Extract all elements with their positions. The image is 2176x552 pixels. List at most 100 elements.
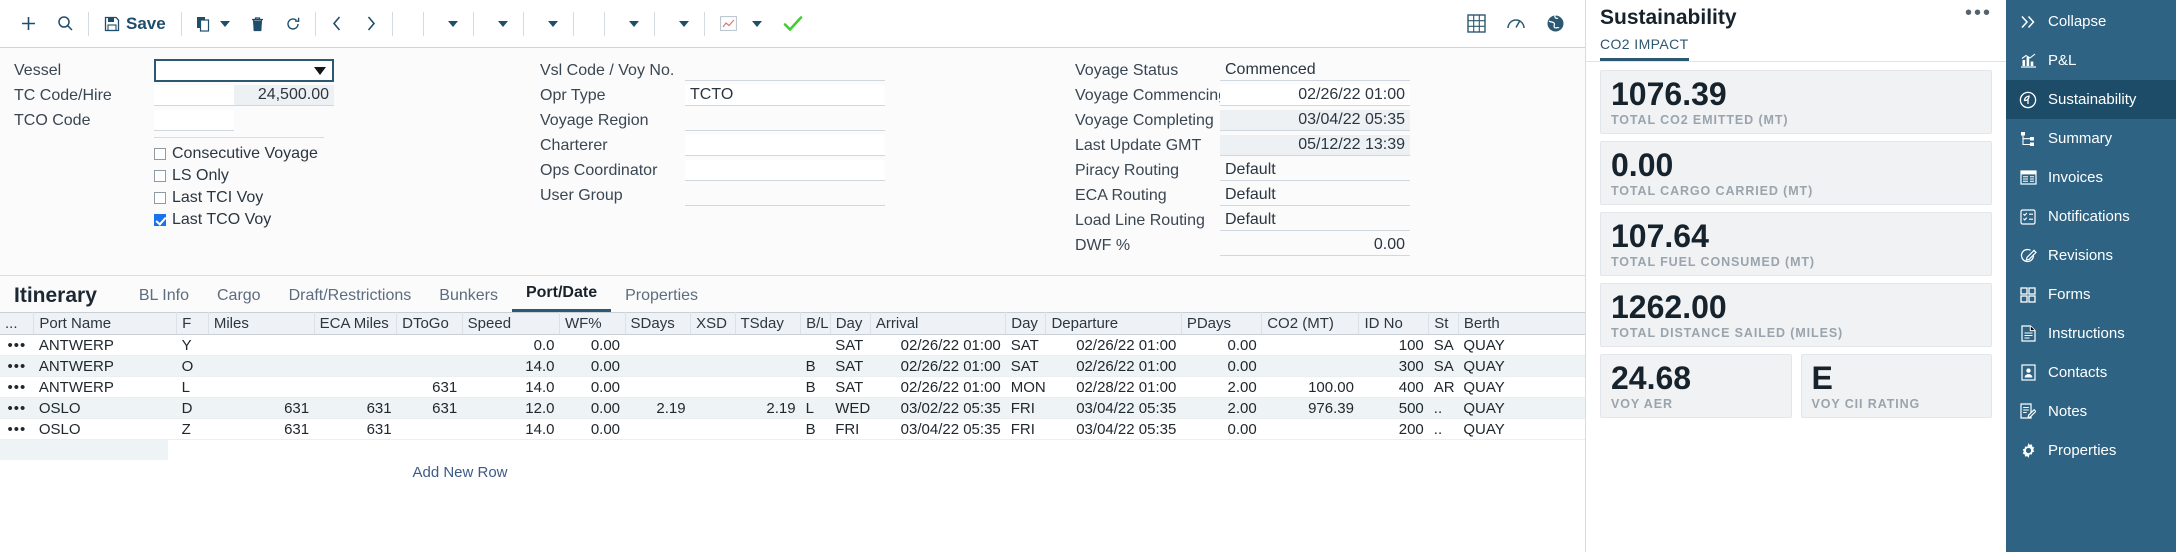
cell-berth[interactable]: QUAY xyxy=(1458,356,1585,377)
cell-tsday[interactable] xyxy=(735,377,801,398)
cell-day-arrival[interactable]: FRI xyxy=(830,419,870,440)
cell-day-arrival[interactable]: SAT xyxy=(830,335,870,356)
globe-button[interactable] xyxy=(1536,9,1575,39)
cell-day-arrival[interactable]: SAT xyxy=(830,377,870,398)
cell-st[interactable]: SA xyxy=(1429,335,1459,356)
cell-id-no[interactable]: 400 xyxy=(1359,377,1429,398)
opr-type-value[interactable]: TCTO xyxy=(685,85,885,106)
cell-eca-miles[interactable] xyxy=(314,335,397,356)
delete-button[interactable] xyxy=(240,9,275,39)
cell-berth[interactable]: QUAY xyxy=(1458,377,1585,398)
cell-bl[interactable]: L xyxy=(801,398,831,419)
cell-tsday[interactable] xyxy=(735,419,801,440)
piracy-routing-value[interactable]: Default xyxy=(1220,160,1410,181)
panel-menu-icon[interactable]: ••• xyxy=(1965,6,1992,20)
save-button[interactable]: Save xyxy=(93,9,177,39)
cell-arrival[interactable]: 02/26/22 01:00 xyxy=(870,335,1005,356)
nav-item-summary[interactable]: Summary xyxy=(2006,119,2176,158)
cell-co2[interactable]: 100.00 xyxy=(1262,377,1359,398)
col-header-co2[interactable]: CO2 (MT) xyxy=(1262,313,1359,335)
cell-wf[interactable]: 0.00 xyxy=(559,356,625,377)
eca-routing-value[interactable]: Default xyxy=(1220,185,1410,206)
tc-code-input[interactable] xyxy=(154,85,234,106)
cell-sdays[interactable]: 2.19 xyxy=(625,398,691,419)
tab-bl-info[interactable]: BL Info xyxy=(125,287,203,312)
checkbox-box[interactable] xyxy=(154,170,166,182)
gauge-button[interactable] xyxy=(1496,9,1536,39)
bunkers-menu-button[interactable] xyxy=(609,9,650,39)
cell-speed[interactable]: 14.0 xyxy=(462,377,559,398)
cell-xsd[interactable] xyxy=(691,356,735,377)
ops-coordinator-input[interactable] xyxy=(685,160,885,181)
nav-item-invoices[interactable]: Invoices xyxy=(2006,158,2176,197)
cell-st[interactable]: SA xyxy=(1429,356,1459,377)
cell-eca-miles[interactable] xyxy=(314,356,397,377)
cell-f[interactable]: Y xyxy=(177,335,209,356)
cell-speed[interactable]: 14.0 xyxy=(462,356,559,377)
validate-button[interactable] xyxy=(773,9,813,39)
col-header-bl[interactable]: B/L xyxy=(801,313,831,335)
voyage-region-input[interactable] xyxy=(685,110,885,131)
cell-miles[interactable] xyxy=(208,335,314,356)
col-header-st[interactable]: St xyxy=(1429,313,1459,335)
cell-day-departure[interactable]: FRI xyxy=(1006,419,1046,440)
vsl-code-voy-no-input[interactable] xyxy=(685,60,885,81)
cell-xsd[interactable] xyxy=(691,377,735,398)
reports-menu-button[interactable] xyxy=(709,9,773,39)
voyage-commencing-value[interactable]: 02/26/22 01:00 xyxy=(1220,85,1410,106)
cell-bl[interactable]: B xyxy=(801,356,831,377)
cell-speed[interactable]: 14.0 xyxy=(462,419,559,440)
cell-departure[interactable]: 02/26/22 01:00 xyxy=(1046,335,1181,356)
nav-item-pl[interactable]: P&L xyxy=(2006,41,2176,80)
cell-sdays[interactable] xyxy=(625,335,691,356)
cell-pdays[interactable]: 0.00 xyxy=(1181,356,1261,377)
cell-st[interactable]: .. xyxy=(1429,398,1459,419)
cell-arrival[interactable]: 02/26/22 01:00 xyxy=(870,356,1005,377)
commission-menu-button[interactable] xyxy=(478,9,519,39)
cell-day-arrival[interactable]: WED xyxy=(830,398,870,419)
add-button[interactable] xyxy=(10,9,47,39)
cell-f[interactable]: D xyxy=(177,398,209,419)
cell-tsday[interactable] xyxy=(735,356,801,377)
cell-co2[interactable] xyxy=(1262,335,1359,356)
cell-eca-miles[interactable] xyxy=(314,377,397,398)
cell-day-arrival[interactable]: SAT xyxy=(830,356,870,377)
cell-tsday[interactable]: 2.19 xyxy=(735,398,801,419)
cell-st[interactable]: .. xyxy=(1429,419,1459,440)
cell-berth[interactable]: QUAY xyxy=(1458,398,1585,419)
dwf-percent-value[interactable]: 0.00 xyxy=(1220,235,1410,256)
cell-departure[interactable]: 03/04/22 05:35 xyxy=(1046,419,1181,440)
cell-port-name[interactable]: ANTWERP xyxy=(34,377,177,398)
cell-sdays[interactable] xyxy=(625,356,691,377)
tab-port-date[interactable]: Port/Date xyxy=(512,284,611,312)
col-header-port-name[interactable]: Port Name xyxy=(34,313,177,335)
cell-pdays[interactable]: 0.00 xyxy=(1181,335,1261,356)
cell-dtogo[interactable]: 631 xyxy=(397,377,463,398)
cell-day-departure[interactable]: SAT xyxy=(1006,356,1046,377)
cell-tsday[interactable] xyxy=(735,335,801,356)
cell-eca-miles[interactable]: 631 xyxy=(314,419,397,440)
checkbox-box[interactable] xyxy=(154,192,166,204)
other-rev-exp-menu-button[interactable] xyxy=(528,9,569,39)
table-row[interactable]: ••• OSLO D 631 631 631 12.0 0.00 2.19 2.… xyxy=(0,398,1585,419)
nav-item-notifications[interactable]: Notifications xyxy=(2006,197,2176,236)
previous-button[interactable] xyxy=(320,9,354,39)
cell-f[interactable]: O xyxy=(177,356,209,377)
table-row[interactable]: ••• ANTWERP O 14.0 0.00 B SAT 02/26/22 xyxy=(0,356,1585,377)
tab-co2-impact[interactable]: CO2 IMPACT xyxy=(1600,36,1689,61)
checkbox-last-tci-voy[interactable]: Last TCI Voy xyxy=(154,187,364,209)
cell-berth[interactable]: QUAY xyxy=(1458,335,1585,356)
add-new-row-link[interactable]: Add New Row xyxy=(0,460,920,481)
cell-co2[interactable] xyxy=(1262,419,1359,440)
tco-code-input[interactable] xyxy=(154,110,234,131)
col-header-berth[interactable]: Berth xyxy=(1458,313,1585,335)
col-header-speed[interactable]: Speed xyxy=(462,313,559,335)
vessel-input[interactable] xyxy=(154,59,334,82)
cell-eca-miles[interactable]: 631 xyxy=(314,398,397,419)
checkbox-last-tco-voy[interactable]: Last TCO Voy xyxy=(154,209,364,231)
grid-view-button[interactable] xyxy=(1457,9,1496,39)
cell-wf[interactable]: 0.00 xyxy=(559,398,625,419)
cell-port-name[interactable]: ANTWERP xyxy=(34,356,177,377)
checkbox-box[interactable] xyxy=(154,148,166,160)
cell-miles[interactable] xyxy=(208,377,314,398)
